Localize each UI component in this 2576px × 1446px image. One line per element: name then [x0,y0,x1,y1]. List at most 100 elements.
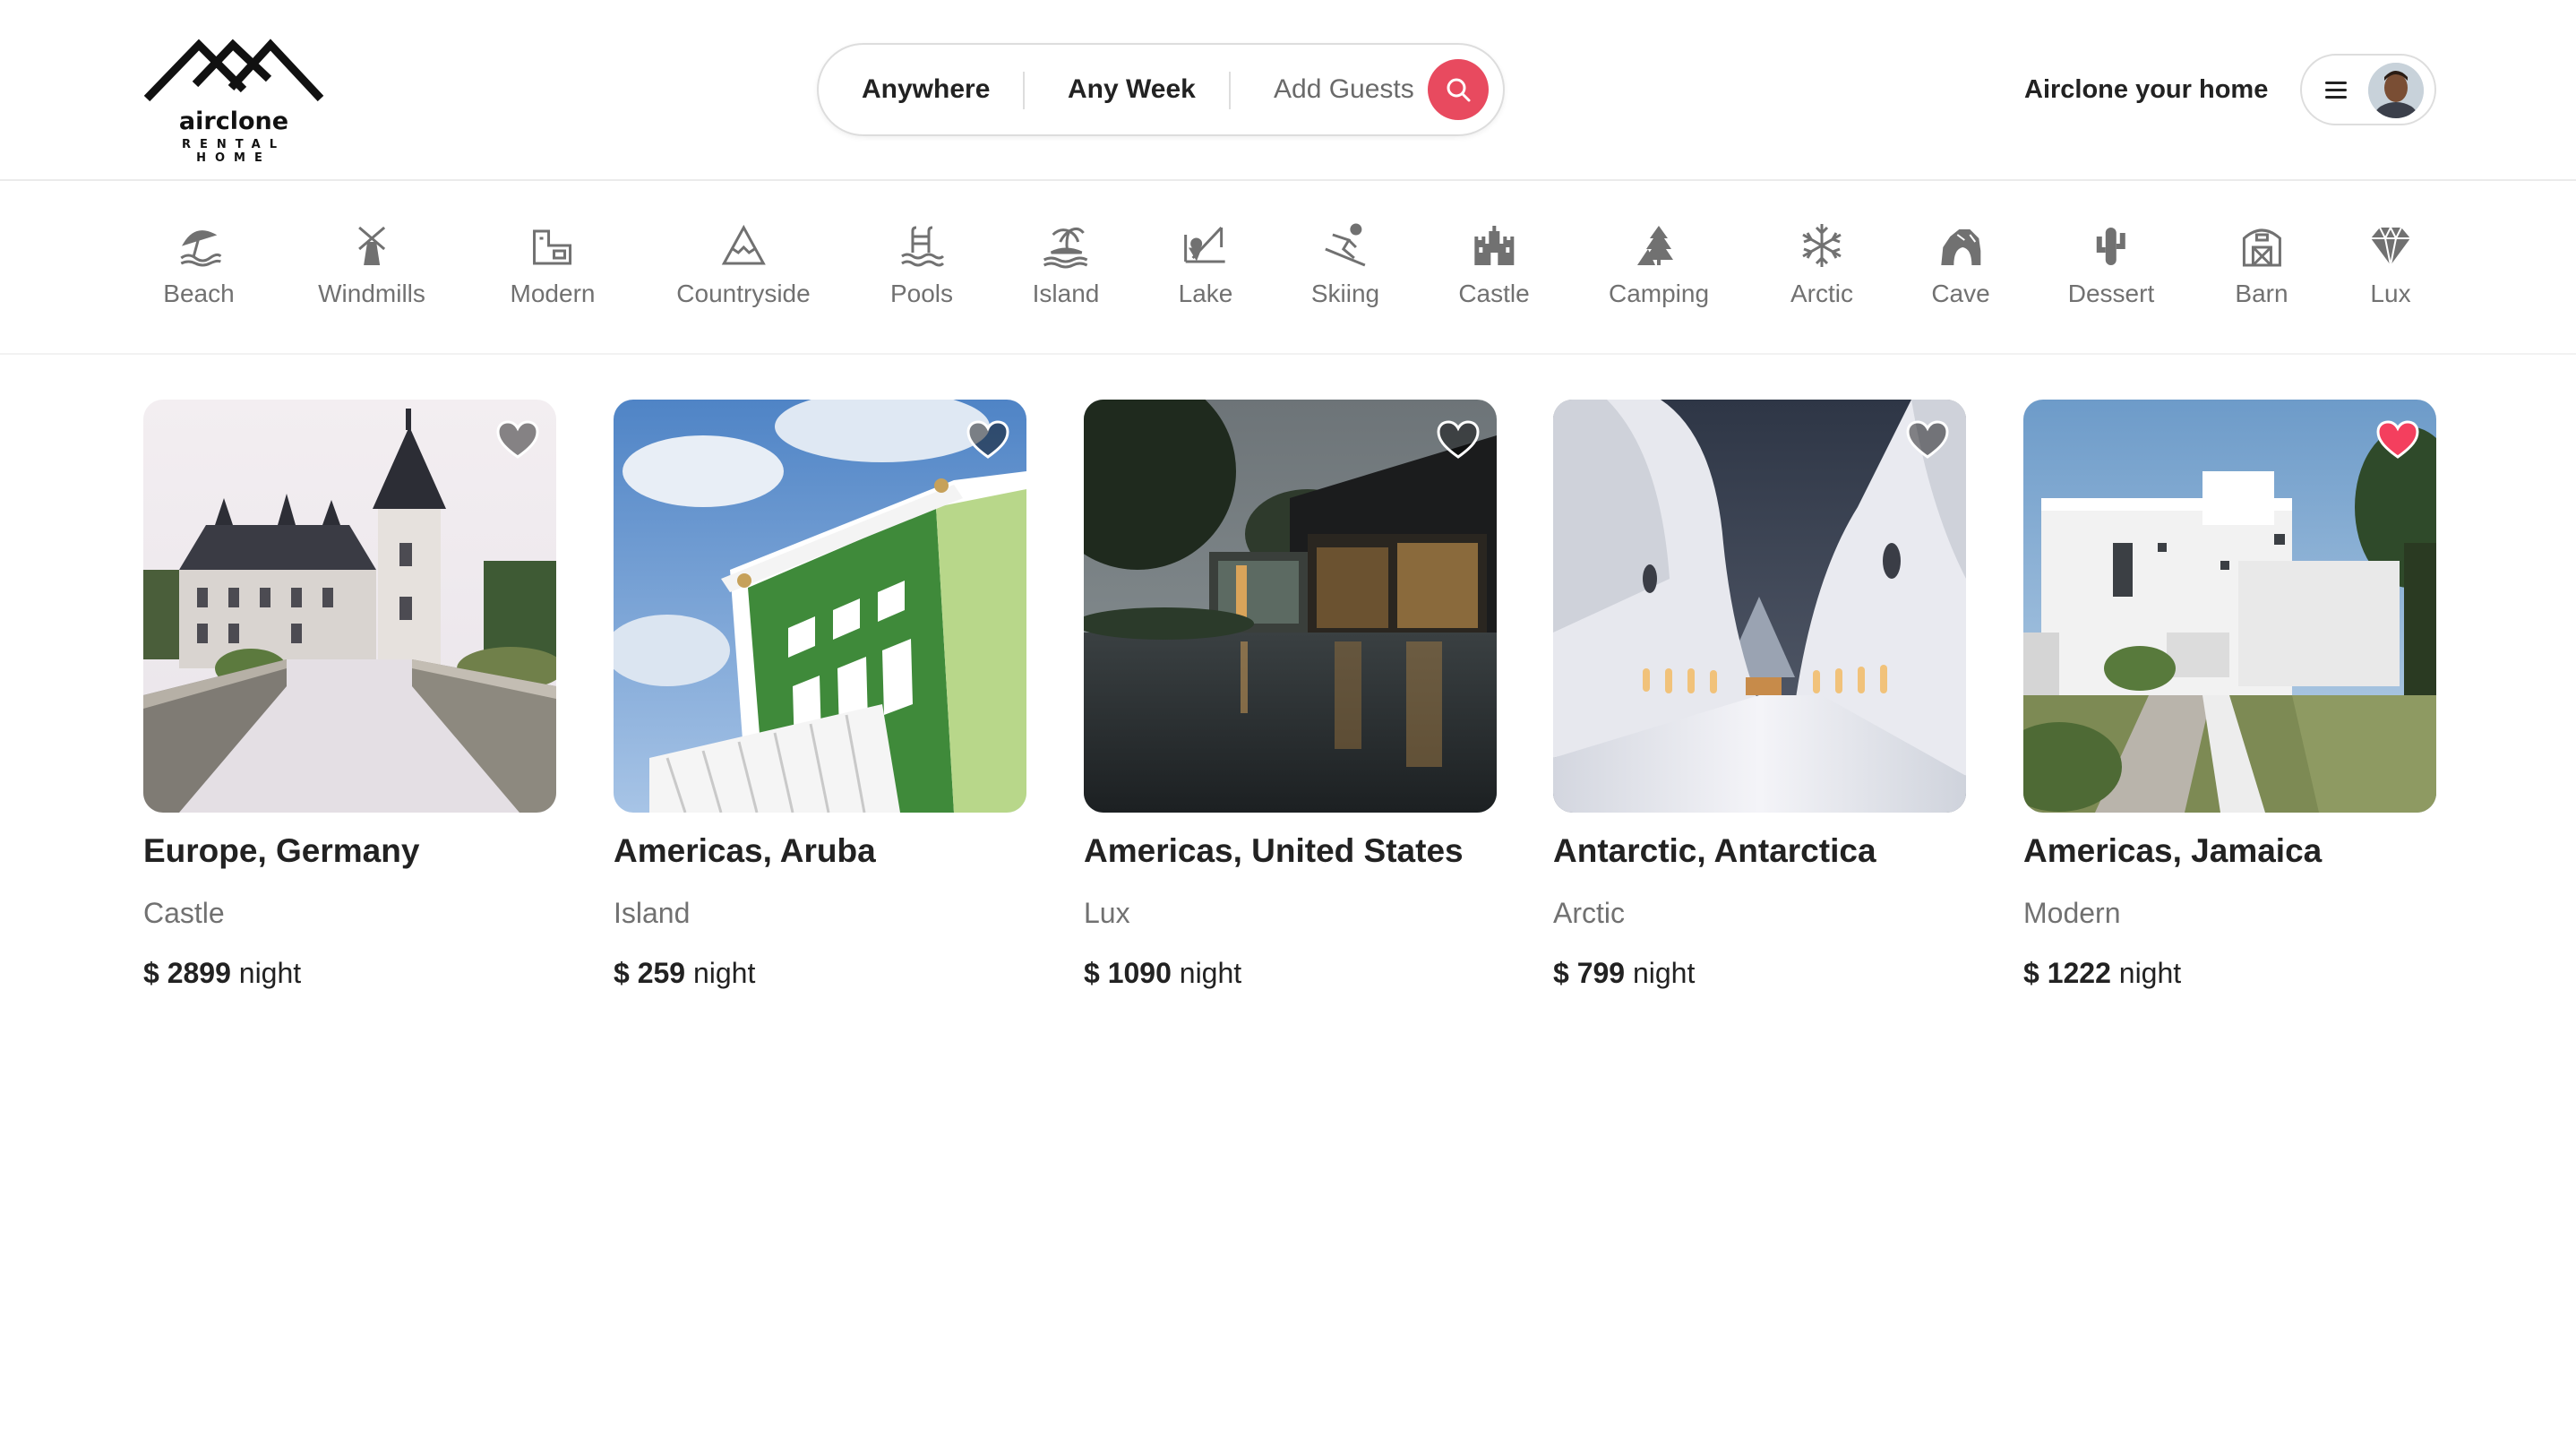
category-castle[interactable]: Castle [1458,222,1530,330]
luxury-house-photo [1084,400,1497,813]
category-modern[interactable]: Modern [510,222,596,330]
castle-photo [143,400,556,813]
price-currency: $ [2023,957,2039,989]
price-currency: $ [1553,957,1569,989]
category-countryside[interactable]: Countryside [676,222,811,330]
price-unit: night [1179,957,1242,989]
category-lux[interactable]: Lux [2367,222,2414,330]
listing-location: Antarctic, Antarctica [1553,832,1876,869]
arctic-dwelling-photo [1553,400,1966,813]
price-currency: $ [143,957,159,989]
favorite-heart-icon[interactable] [2375,419,2420,460]
listing-photo[interactable] [143,400,556,813]
favorite-heart-icon[interactable] [966,419,1010,460]
category-label: Camping [1608,280,1710,307]
category-label: Island [1032,280,1100,307]
category-label: Lake [1178,280,1233,307]
listing-photo[interactable] [2023,400,2436,813]
listing-price: $ 799 night [1553,957,1966,990]
favorite-heart-icon[interactable] [1905,419,1950,460]
price-currency: $ [614,957,630,989]
category-label: Castle [1458,280,1530,307]
listing-photo[interactable] [1084,400,1497,813]
search-guests[interactable]: Add Guests [1274,45,1414,134]
top-navbar: airclone RENTAL HOME Anywhere Any Week A… [0,0,2576,181]
category-cave[interactable]: Cave [1931,222,1990,330]
search-button[interactable] [1428,59,1489,120]
price-amount: 2899 [167,957,231,989]
windmill-icon [358,226,385,265]
price-unit: night [238,957,302,989]
modern-villa-photo [2023,400,2436,813]
price-unit: night [692,957,756,989]
barn-icon [2242,228,2281,267]
category-label: Modern [510,280,596,307]
search-dates[interactable]: Any Week [1068,45,1196,134]
price-amount: 1090 [1107,957,1172,989]
category-beach[interactable]: Beach [163,222,235,330]
pool-icon [901,226,945,267]
brand-tagline: RENTAL HOME [182,138,286,165]
category-skiing[interactable]: Skiing [1311,222,1379,330]
search-bar[interactable]: Anywhere Any Week Add Guests [817,43,1505,136]
host-your-home-link[interactable]: Airclone your home [1996,65,2297,115]
category-label: Skiing [1310,280,1380,307]
price-amount: 1222 [2047,957,2111,989]
island-icon [1043,227,1088,269]
cave-icon [1941,229,1980,265]
listing-category: Castle [143,897,225,929]
price-unit: night [2118,957,2182,989]
listing-photo[interactable] [1553,400,1966,813]
search-location[interactable]: Anywhere [862,45,990,134]
price-currency: $ [1084,957,1100,989]
listing-card[interactable]: Europe, Germany Castle $ 2899 night [143,400,556,990]
listing-card[interactable]: Americas, Jamaica Modern $ 1222 night [2023,400,2436,990]
category-label: Pools [889,280,954,307]
favorite-heart-icon[interactable] [495,419,540,460]
category-label: Cave [1931,280,1990,307]
listing-price: $ 1222 night [2023,957,2436,990]
category-pools[interactable]: Pools [890,222,953,330]
listing-category: Island [614,897,691,929]
mountain-logo-icon [143,39,324,102]
listing-card[interactable]: Antarctic, Antarctica Arctic $ 799 night [1553,400,1966,990]
search-divider [1023,72,1025,109]
listing-price: $ 2899 night [143,957,556,990]
lake-fishing-icon [1184,226,1225,263]
price-unit: night [1632,957,1696,989]
category-windmills[interactable]: Windmills [318,222,425,330]
category-island[interactable]: Island [1032,222,1100,330]
category-label: Lux [2370,280,2411,307]
category-dessert[interactable]: Dessert [2068,222,2154,330]
category-lake[interactable]: Lake [1178,222,1233,330]
cactus-icon [2097,228,2125,265]
island-house-photo [614,400,1026,813]
modern-house-icon [533,229,572,265]
listing-card[interactable]: Americas, Aruba Island $ 259 night [614,400,1026,990]
user-menu-button[interactable] [2300,54,2436,125]
skier-icon [1325,223,1366,267]
category-bar: Beach Windmills Modern Countryside Pools… [0,183,2576,355]
category-label: Dessert [2067,280,2155,307]
category-label: Beach [163,280,235,307]
listing-category: Arctic [1553,897,1625,929]
listing-location: Americas, United States [1084,832,1464,869]
listing-photo[interactable] [614,400,1026,813]
category-label: Barn [2235,280,2288,307]
category-camping[interactable]: Camping [1609,222,1709,330]
brand-logo[interactable]: airclone RENTAL HOME [143,25,324,165]
castle-icon [1474,226,1514,265]
listing-card[interactable]: Americas, United States Lux $ 1090 night [1084,400,1497,990]
listing-category: Modern [2023,897,2121,929]
avatar [2368,63,2424,118]
listing-location: Europe, Germany [143,832,420,869]
favorite-heart-icon[interactable] [1436,419,1481,460]
listing-category: Lux [1084,897,1130,929]
snowflake-icon [1802,224,1842,267]
category-arctic[interactable]: Arctic [1790,222,1853,330]
listing-price: $ 259 night [614,957,1026,990]
category-barn[interactable]: Barn [2235,222,2288,330]
camping-icon [1637,226,1673,265]
listing-location: Americas, Jamaica [2023,832,2323,869]
mountain-icon [721,224,766,265]
